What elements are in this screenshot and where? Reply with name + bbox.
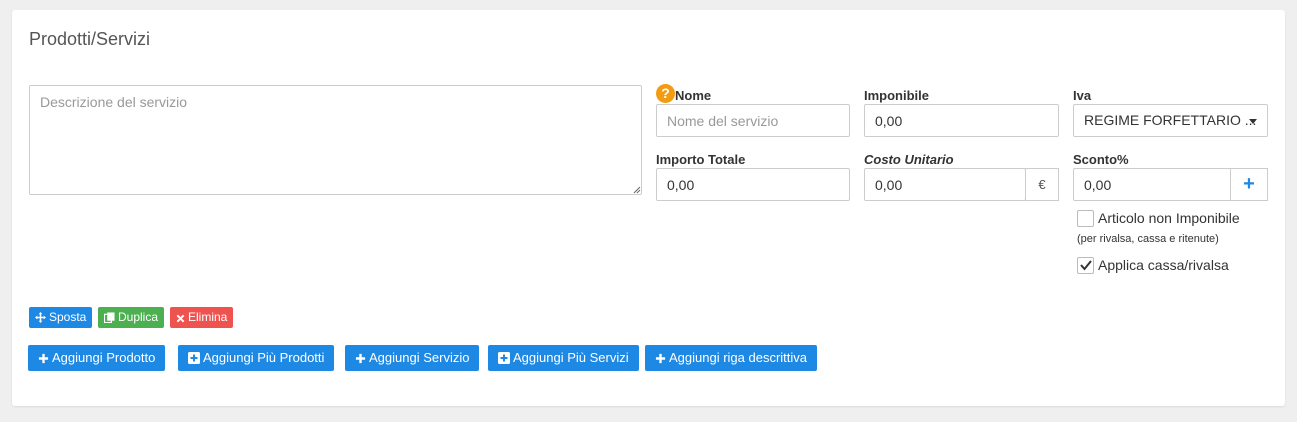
currency-addon: €	[1025, 168, 1059, 201]
add-product-label: Aggiungi Prodotto	[52, 350, 156, 365]
importo-totale-input[interactable]	[656, 168, 850, 201]
products-services-panel: Prodotti/Servizi ? Nome Imponibile Iva R…	[12, 10, 1285, 406]
add-product-button[interactable]: Aggiungi Prodotto	[28, 345, 166, 371]
close-icon	[176, 314, 185, 323]
sposta-label: Sposta	[49, 310, 87, 324]
non-imponibile-label: Articolo non Imponibile	[1098, 210, 1240, 226]
plus-square-icon	[188, 352, 200, 364]
section-title: Prodotti/Servizi	[29, 29, 151, 49]
importo-totale-label: Importo Totale	[656, 152, 746, 167]
add-multiple-products-button[interactable]: Aggiungi Più Prodotti	[178, 345, 335, 371]
iva-selected-value: REGIME FORFETTARIO ...	[1084, 112, 1257, 128]
add-multiple-products-label: Aggiungi Più Prodotti	[203, 350, 325, 365]
sconto-label: Sconto%	[1073, 152, 1129, 167]
add-description-row-button[interactable]: Aggiungi riga descrittiva	[645, 345, 818, 371]
add-multiple-services-label: Aggiungi Più Servizi	[513, 350, 629, 365]
cassa-rivalsa-checkbox[interactable]	[1077, 257, 1094, 274]
elimina-button[interactable]: Elimina	[170, 307, 234, 328]
plus-square-icon	[498, 352, 510, 364]
service-description-textarea[interactable]	[29, 85, 642, 195]
iva-label: Iva	[1073, 88, 1092, 103]
add-description-row-label: Aggiungi riga descrittiva	[669, 350, 808, 365]
plus-icon	[355, 353, 366, 364]
add-multiple-services-button[interactable]: Aggiungi Più Servizi	[488, 345, 639, 371]
sposta-button[interactable]: Sposta	[29, 307, 93, 328]
iva-select[interactable]: REGIME FORFETTARIO ...	[1073, 104, 1268, 137]
imponibile-input[interactable]	[864, 104, 1059, 137]
plus-icon	[38, 353, 49, 364]
costo-unitario-label: Costo Unitario	[864, 152, 954, 167]
elimina-label: Elimina	[188, 310, 228, 324]
resize-grip-icon[interactable]	[633, 186, 641, 194]
duplica-label: Duplica	[118, 310, 159, 324]
add-service-button[interactable]: Aggiungi Servizio	[345, 345, 480, 371]
chevron-down-icon	[1249, 119, 1257, 124]
move-icon	[35, 312, 46, 323]
add-sconto-button[interactable]: +	[1230, 168, 1268, 201]
cassa-rivalsa-label: Applica cassa/rivalsa	[1098, 257, 1229, 273]
add-service-label: Aggiungi Servizio	[369, 350, 470, 365]
nome-label: Nome	[675, 88, 712, 103]
nome-input[interactable]	[656, 104, 850, 137]
duplica-button[interactable]: Duplica	[98, 307, 165, 328]
sconto-input[interactable]	[1073, 168, 1232, 201]
plus-icon	[655, 353, 666, 364]
costo-unitario-input[interactable]	[864, 168, 1026, 201]
non-imponibile-note: (per rivalsa, cassa e ritenute)	[1077, 233, 1219, 245]
checkmark-icon	[1080, 260, 1092, 271]
non-imponibile-checkbox[interactable]	[1077, 210, 1094, 227]
copy-icon	[104, 312, 115, 323]
imponibile-label: Imponibile	[864, 88, 929, 103]
help-icon[interactable]: ?	[656, 84, 675, 103]
